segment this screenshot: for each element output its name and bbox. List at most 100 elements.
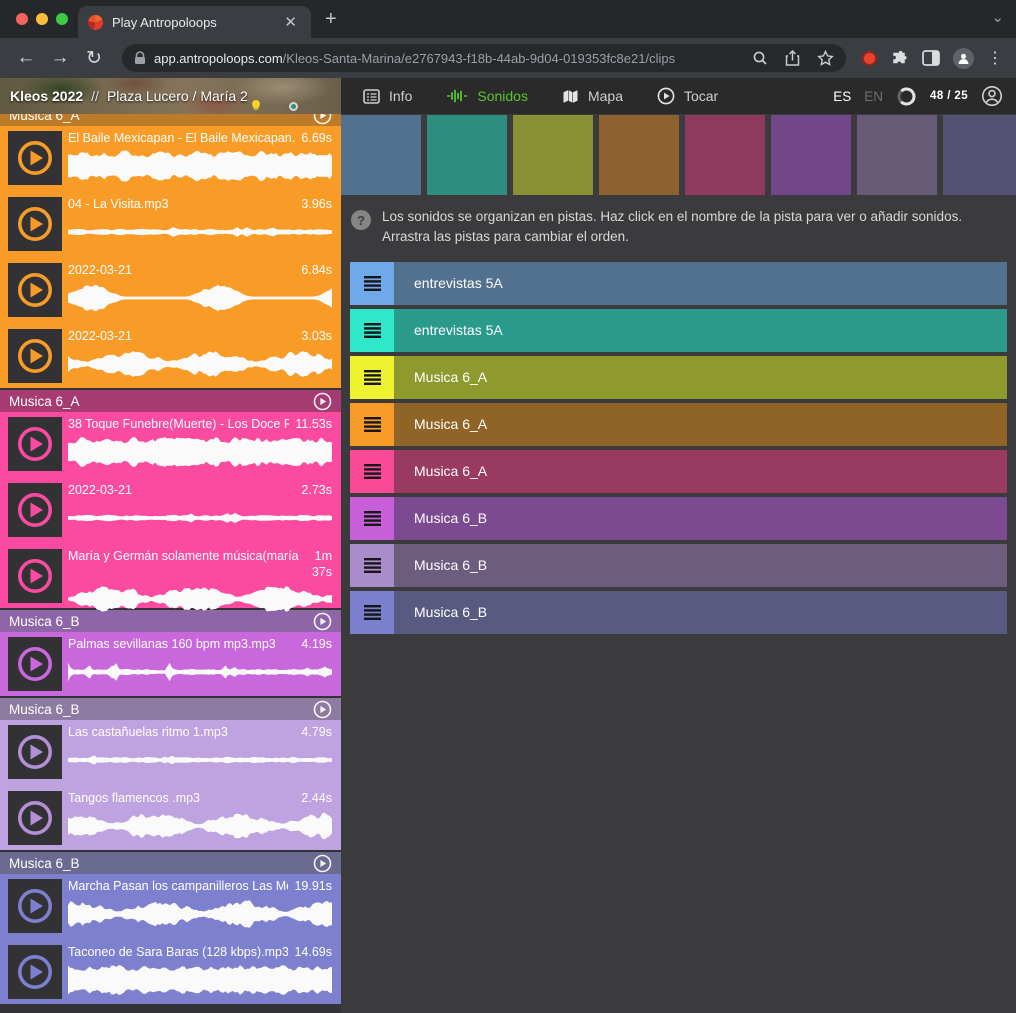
clip-waveform: [68, 655, 332, 694]
tab-tocar[interactable]: Tocar: [657, 87, 718, 105]
tab-info[interactable]: Info: [363, 88, 412, 104]
recording-indicator-icon[interactable]: [862, 51, 877, 66]
section-expand-button[interactable]: [313, 114, 332, 125]
track-row[interactable]: Musica 6_B: [350, 544, 1007, 587]
clip-play-button[interactable]: [8, 879, 62, 933]
track-name-button[interactable]: entrevistas 5A: [394, 309, 1007, 352]
zoom-icon[interactable]: [752, 50, 768, 66]
clip-play-button[interactable]: [8, 725, 62, 779]
clip-play-button[interactable]: [8, 131, 62, 185]
clip-play-button[interactable]: [8, 483, 62, 537]
clip-play-button[interactable]: [8, 637, 62, 691]
play-icon: [15, 556, 55, 596]
section-expand-button[interactable]: [313, 392, 332, 411]
track-name-button[interactable]: Musica 6_A: [394, 403, 1007, 446]
breadcrumb-page[interactable]: Plaza Lucero / María 2: [107, 88, 248, 104]
track-row[interactable]: Musica 6_A: [350, 450, 1007, 493]
clip-waveform: [68, 215, 332, 254]
audio-clip[interactable]: El Baile Mexicapan - El Baile Mexicapan.…: [0, 126, 341, 190]
track-row[interactable]: Musica 6_B: [350, 591, 1007, 634]
clip-play-button[interactable]: [8, 197, 62, 251]
track-name-button[interactable]: Musica 6_B: [394, 497, 1007, 540]
play-icon: [15, 490, 55, 530]
track-name-button[interactable]: Musica 6_A: [394, 356, 1007, 399]
section-expand-button[interactable]: [313, 700, 332, 719]
audio-clip[interactable]: Palmas sevillanas 160 bpm mp3.mp3 4.19s: [0, 632, 341, 696]
clip-duration: 6.84s: [301, 263, 332, 279]
breadcrumb-project[interactable]: Kleos 2022: [10, 88, 83, 104]
browser-tab[interactable]: Play Antropoloops ✕: [78, 6, 311, 38]
track-row[interactable]: Musica 6_B: [350, 497, 1007, 540]
audio-clip[interactable]: Marcha Pasan los campanilleros Las Mejor…: [0, 874, 341, 938]
lang-es-button[interactable]: ES: [833, 89, 851, 104]
clip-play-button[interactable]: [8, 945, 62, 999]
profile-avatar[interactable]: [953, 48, 974, 69]
window-minimize-button[interactable]: [36, 13, 48, 25]
section-expand-button[interactable]: [313, 854, 332, 873]
tab-sonidos[interactable]: Sonidos: [446, 88, 528, 104]
track-drag-handle[interactable]: [350, 544, 394, 587]
clip-title: Marcha Pasan los campanilleros Las Mejor…: [68, 879, 288, 895]
new-tab-button[interactable]: +: [325, 9, 337, 29]
track-name-button[interactable]: Musica 6_A: [394, 450, 1007, 493]
side-panel-icon[interactable]: [922, 50, 940, 66]
track-drag-handle[interactable]: [350, 403, 394, 446]
play-icon: [15, 644, 55, 684]
bookmark-star-icon[interactable]: [817, 50, 834, 66]
track-section-header[interactable]: Musica 6_A: [0, 114, 341, 126]
track-name-button[interactable]: Musica 6_B: [394, 591, 1007, 634]
track-row[interactable]: entrevistas 5A: [350, 262, 1007, 305]
audio-clip[interactable]: María y Germán solamente música(maría 2.…: [0, 544, 341, 608]
forward-button[interactable]: →: [46, 44, 74, 72]
breadcrumb[interactable]: Kleos 2022 // Plaza Lucero / María 2: [0, 78, 341, 114]
help-question-icon: ?: [351, 210, 371, 230]
track-row[interactable]: Musica 6_A: [350, 403, 1007, 446]
tab-search-chevron-icon[interactable]: ⌄: [991, 8, 1004, 26]
track-name-button[interactable]: entrevistas 5A: [394, 262, 1007, 305]
clip-play-button[interactable]: [8, 417, 62, 471]
share-icon[interactable]: [785, 50, 800, 67]
track-drag-handle[interactable]: [350, 309, 394, 352]
audio-clip[interactable]: Las castañuelas ritmo 1.mp3 4.79s: [0, 720, 341, 784]
audio-clip[interactable]: Tangos flamencos .mp3 2.44s: [0, 786, 341, 850]
clip-title: 2022-03-21: [68, 483, 295, 499]
audio-clip[interactable]: 2022-03-21 2.73s: [0, 478, 341, 542]
track-section-header[interactable]: Musica 6_B: [0, 852, 341, 874]
audio-clip[interactable]: Taconeo de Sara Baras (128 kbps).mp3 14.…: [0, 940, 341, 1004]
section-expand-icon: [313, 700, 332, 719]
reload-button[interactable]: ↻: [80, 44, 108, 72]
tab-mapa[interactable]: Mapa: [562, 88, 623, 104]
track-name-button[interactable]: Musica 6_B: [394, 544, 1007, 587]
track-drag-handle[interactable]: [350, 356, 394, 399]
track-drag-handle[interactable]: [350, 497, 394, 540]
address-bar[interactable]: app.antropoloops.com/Kleos-Santa-Marina/…: [122, 44, 846, 72]
track-row[interactable]: Musica 6_A: [350, 356, 1007, 399]
track-drag-handle[interactable]: [350, 450, 394, 493]
clip-waveform: [68, 743, 332, 782]
track-row[interactable]: entrevistas 5A: [350, 309, 1007, 352]
audio-clip[interactable]: 04 - La Visita.mp3 3.96s: [0, 192, 341, 256]
track-drag-handle[interactable]: [350, 591, 394, 634]
audio-clip[interactable]: 2022-03-21 6.84s: [0, 258, 341, 322]
clip-main: Palmas sevillanas 160 bpm mp3.mp3 4.19s: [68, 632, 341, 694]
lang-en-button[interactable]: EN: [864, 89, 883, 104]
tab-tocar-label: Tocar: [684, 88, 718, 104]
window-zoom-button[interactable]: [56, 13, 68, 25]
browser-menu-icon[interactable]: ⋮: [987, 48, 1003, 68]
track-section-header[interactable]: Musica 6_B: [0, 698, 341, 720]
window-close-button[interactable]: [16, 13, 28, 25]
tab-close-icon[interactable]: ✕: [280, 13, 301, 32]
clip-play-button[interactable]: [8, 263, 62, 317]
track-drag-handle[interactable]: [350, 262, 394, 305]
back-button[interactable]: ←: [12, 44, 40, 72]
clip-play-button[interactable]: [8, 329, 62, 383]
clip-duration: 2.44s: [301, 791, 332, 807]
account-icon[interactable]: [981, 85, 1003, 107]
audio-clip[interactable]: 2022-03-21 3.03s: [0, 324, 341, 388]
clip-play-button[interactable]: [8, 791, 62, 845]
section-title: Musica 6_B: [9, 702, 80, 717]
track-section-header[interactable]: Musica 6_A: [0, 390, 341, 412]
extensions-puzzle-icon[interactable]: [890, 49, 909, 68]
clip-play-button[interactable]: [8, 549, 62, 603]
audio-clip[interactable]: 38 Toque Funebre(Muerte) - Los Doce Par.…: [0, 412, 341, 476]
